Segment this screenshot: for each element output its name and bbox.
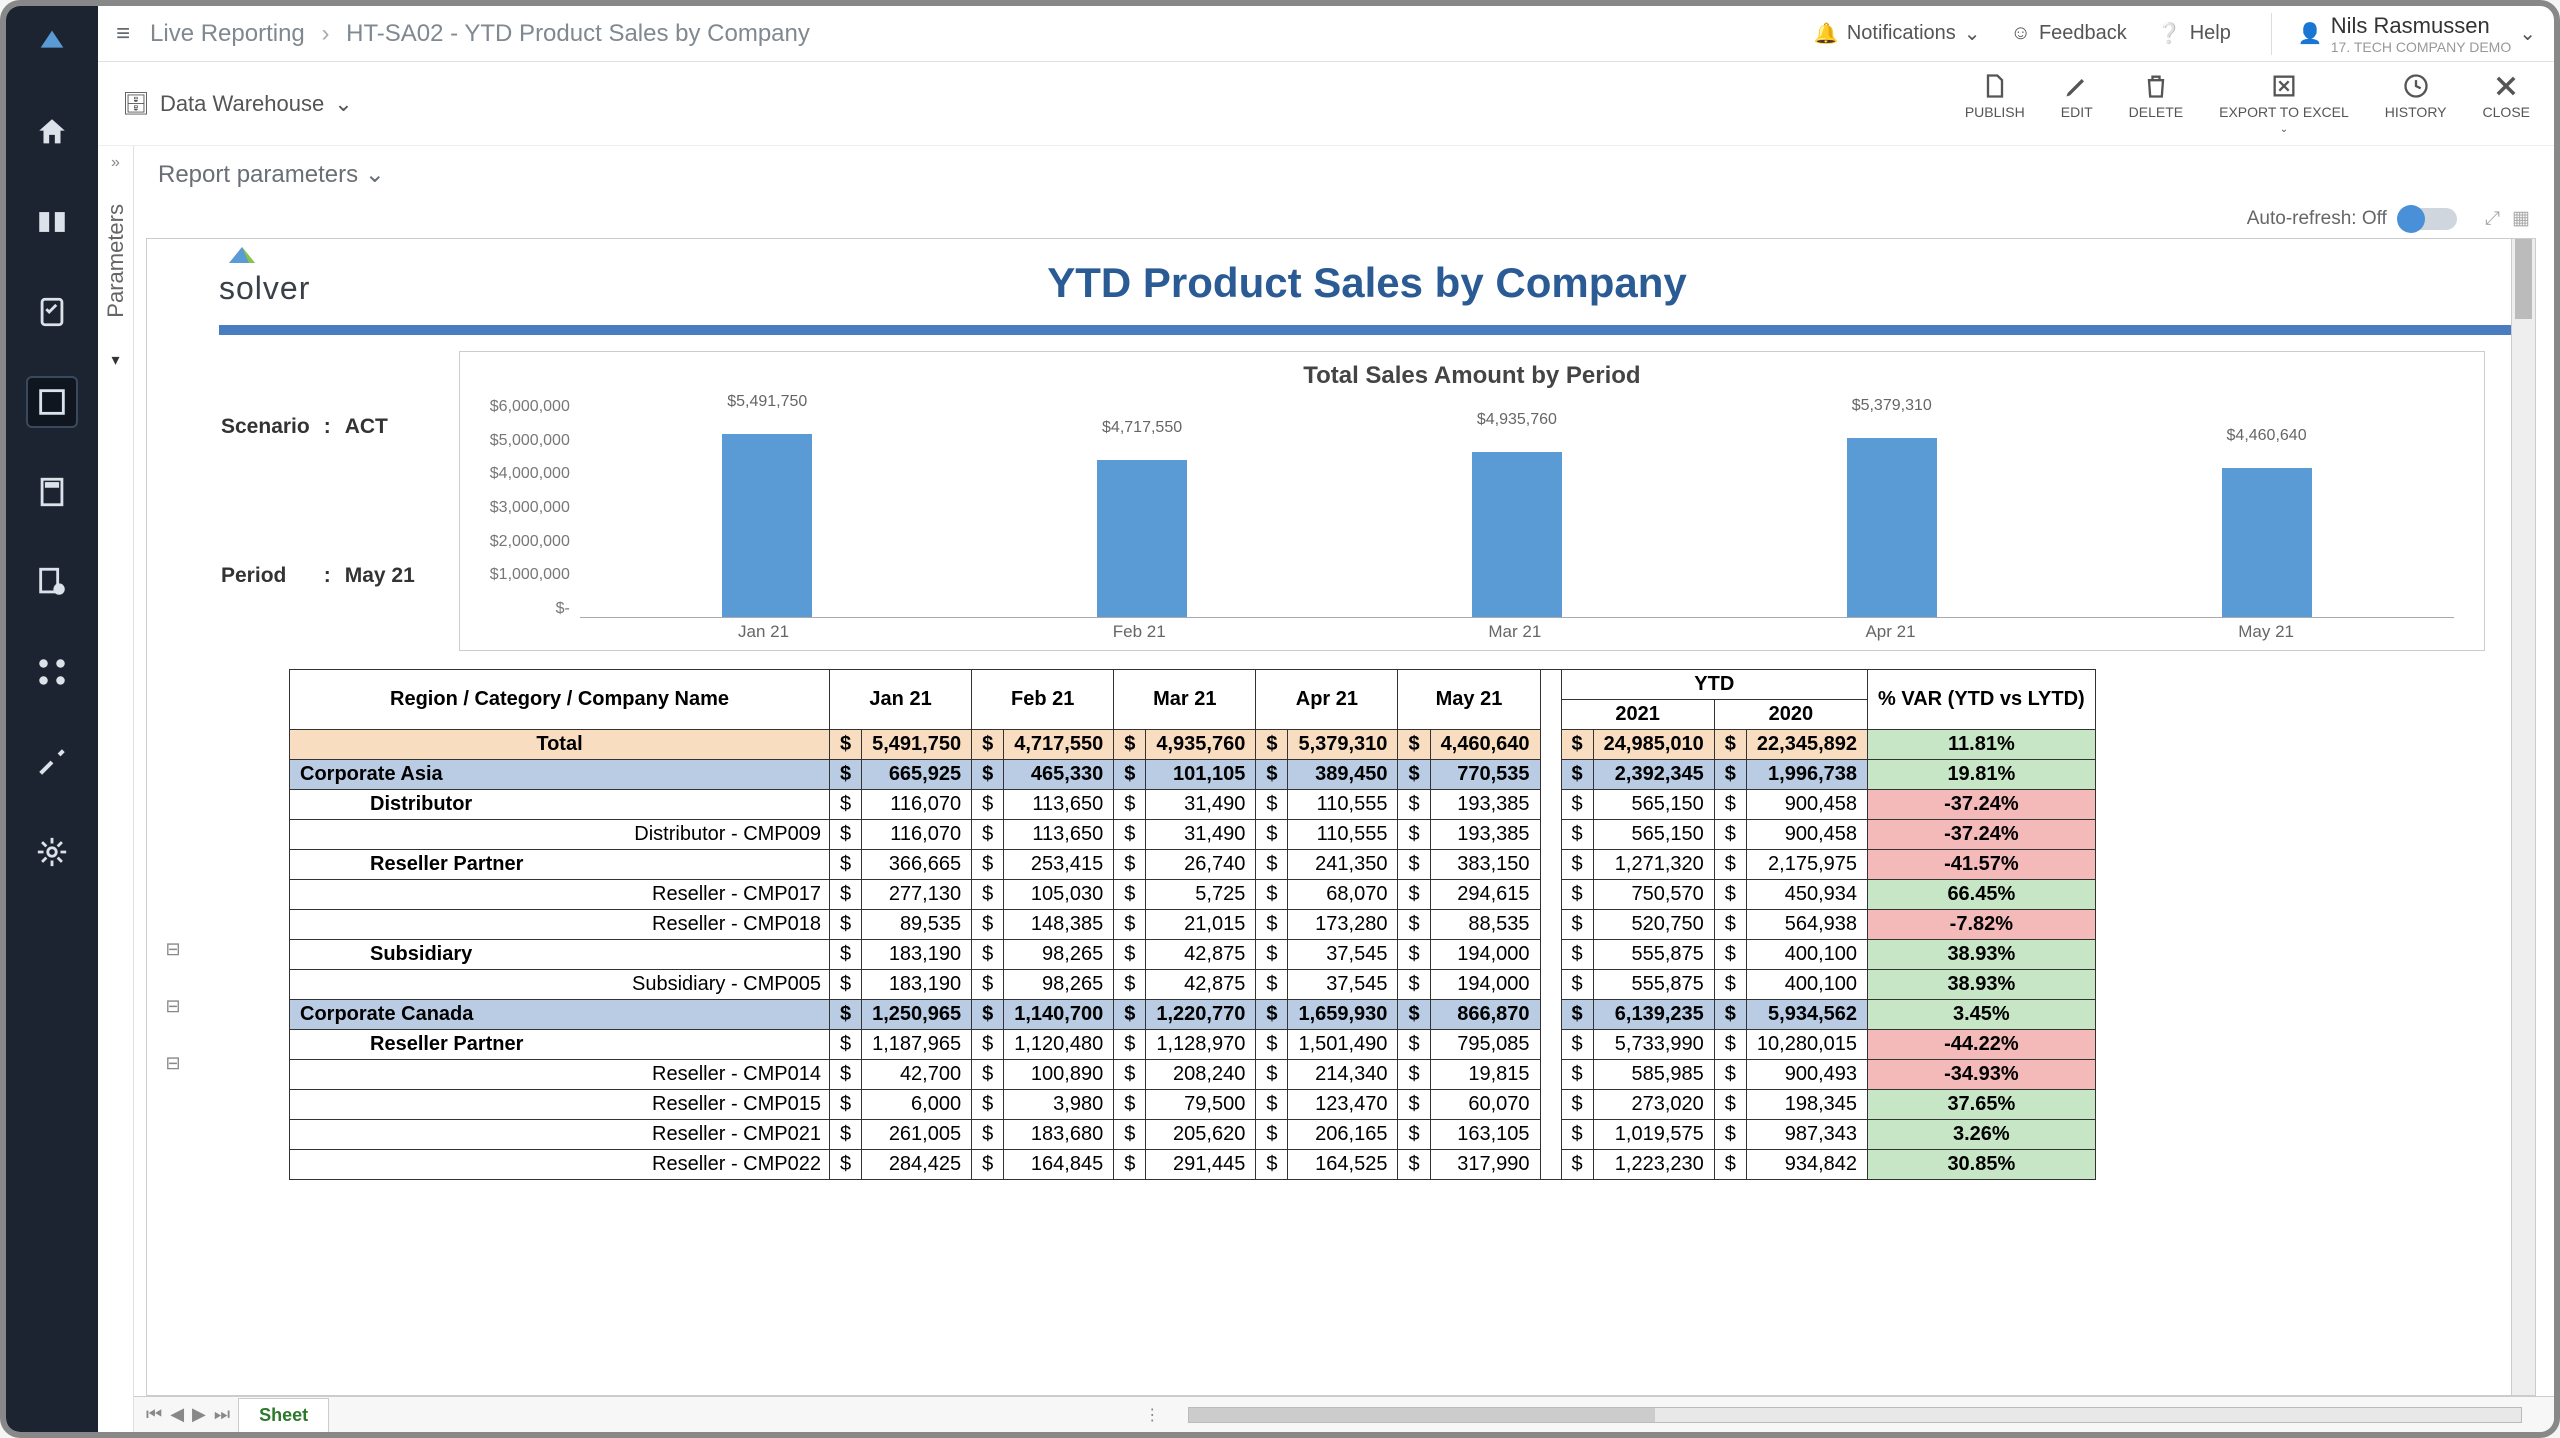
sheet-tabs: ⏮ ◀ ▶ ⏭ Sheet ⋮ <box>134 1396 2554 1432</box>
outline-tree: ⊟ ⊟ ⊟ <box>147 239 199 1395</box>
chart-title: Total Sales Amount by Period <box>490 362 2454 390</box>
nav-home-icon[interactable] <box>26 106 78 158</box>
nav-user-doc-icon[interactable] <box>26 556 78 608</box>
nav-rail <box>6 6 98 1432</box>
feedback-link[interactable]: ☺ Feedback <box>2011 22 2127 45</box>
nav-tasks-icon[interactable] <box>26 286 78 338</box>
topbar: ≡ Live Reporting › HT-SA02 - YTD Product… <box>98 6 2554 62</box>
tab-next-icon[interactable]: ▶ <box>192 1404 206 1425</box>
chart-bars: $5,491,750$4,717,550$4,935,760$5,379,310… <box>580 398 2454 618</box>
chevron-down-icon: ⌄ <box>2519 21 2536 46</box>
publish-button[interactable]: PUBLISH <box>1965 72 2025 135</box>
breadcrumb-root[interactable]: Live Reporting <box>150 20 305 47</box>
delete-button[interactable]: DELETE <box>2129 72 2183 135</box>
chevron-down-icon: ⌄ <box>365 160 385 189</box>
top-links: 🔔 Notifications ⌄ ☺ Feedback ❔ Help 👤 Ni… <box>1814 13 2536 55</box>
brand-logo: solver <box>219 245 349 307</box>
data-source-select[interactable]: 🗄 Data Warehouse ⌄ <box>122 91 353 117</box>
grid-icon[interactable]: ▦ <box>2512 207 2530 230</box>
hamburger-icon[interactable]: ≡ <box>116 20 130 48</box>
user-name: Nils Rasmussen <box>2331 13 2511 39</box>
edit-button[interactable]: EDIT <box>2061 72 2093 135</box>
toolbar: 🗄 Data Warehouse ⌄ PUBLISH EDIT DELETE E… <box>98 62 2554 146</box>
nav-calculator-icon[interactable] <box>26 466 78 518</box>
tab-prev-icon[interactable]: ◀ <box>170 1404 184 1425</box>
auto-refresh-toggle[interactable] <box>2399 208 2457 230</box>
popout-icon[interactable]: ⤢ <box>2485 208 2500 230</box>
sales-table: Region / Category / Company Name Jan 21F… <box>289 669 2096 1180</box>
filter-icon[interactable]: ▾ <box>111 350 119 370</box>
nav-reports-icon[interactable] <box>26 376 78 428</box>
history-button[interactable]: HISTORY <box>2385 72 2447 135</box>
horizontal-scrollbar[interactable] <box>1188 1407 2522 1423</box>
scenario-info: Scenario:ACT Period:May 21 <box>219 351 429 651</box>
user-icon: 👤 <box>2298 21 2323 46</box>
chart-y-axis: $6,000,000$5,000,000$4,000,000$3,000,000… <box>490 398 580 618</box>
export-excel-button[interactable]: EXPORT TO EXCEL⌄ <box>2219 72 2349 135</box>
user-menu[interactable]: 👤 Nils Rasmussen 17. Tech Company Demo ⌄ <box>2271 13 2536 55</box>
divider-bar <box>219 325 2515 335</box>
report-params-bar[interactable]: Report parameters ⌄ <box>134 146 2554 203</box>
tree-collapse-icon[interactable]: ⊟ <box>165 996 180 1017</box>
sheet-tab[interactable]: Sheet <box>238 1398 329 1432</box>
close-button[interactable]: CLOSE <box>2483 72 2530 135</box>
notifications-link[interactable]: 🔔 Notifications ⌄ <box>1814 21 1981 46</box>
breadcrumb-page: HT-SA02 - YTD Product Sales by Company <box>346 20 810 47</box>
nav-data-icon[interactable] <box>26 196 78 248</box>
vertical-scrollbar[interactable] <box>2511 239 2535 1395</box>
report-title: YTD Product Sales by Company <box>389 259 2345 307</box>
chart-x-axis: Jan 21Feb 21Mar 21Apr 21May 21 <box>576 622 2454 642</box>
nav-logo-icon[interactable] <box>26 16 78 68</box>
chevron-down-icon: ⌄ <box>334 91 352 117</box>
nav-workflow-icon[interactable] <box>26 646 78 698</box>
nav-settings-icon[interactable] <box>26 826 78 878</box>
nav-tools-icon[interactable] <box>26 736 78 788</box>
sheet-viewport: ⊟ ⊟ ⊟ solver YTD Product Sales by Compan… <box>146 238 2536 1396</box>
tree-collapse-icon[interactable]: ⊟ <box>165 939 180 960</box>
expand-icon[interactable]: » <box>111 154 120 172</box>
parameters-rail: » Parameters ▾ <box>98 146 134 1432</box>
user-company: 17. Tech Company Demo <box>2331 39 2511 55</box>
main: ≡ Live Reporting › HT-SA02 - YTD Product… <box>98 6 2554 1432</box>
chevron-down-icon: ⌄ <box>2280 124 2288 135</box>
tab-last-icon[interactable]: ⏭ <box>214 1404 230 1425</box>
auto-refresh-label: Auto-refresh: Off <box>2247 208 2387 230</box>
tree-collapse-icon[interactable]: ⊟ <box>165 1053 180 1074</box>
sales-chart: Total Sales Amount by Period $6,000,000$… <box>459 351 2485 651</box>
breadcrumb: Live Reporting › HT-SA02 - YTD Product S… <box>150 20 810 48</box>
help-link[interactable]: ❔ Help <box>2157 21 2231 46</box>
parameters-label[interactable]: Parameters <box>103 204 129 318</box>
database-icon: 🗄 <box>122 91 150 117</box>
tab-first-icon[interactable]: ⏮ <box>146 1404 162 1425</box>
